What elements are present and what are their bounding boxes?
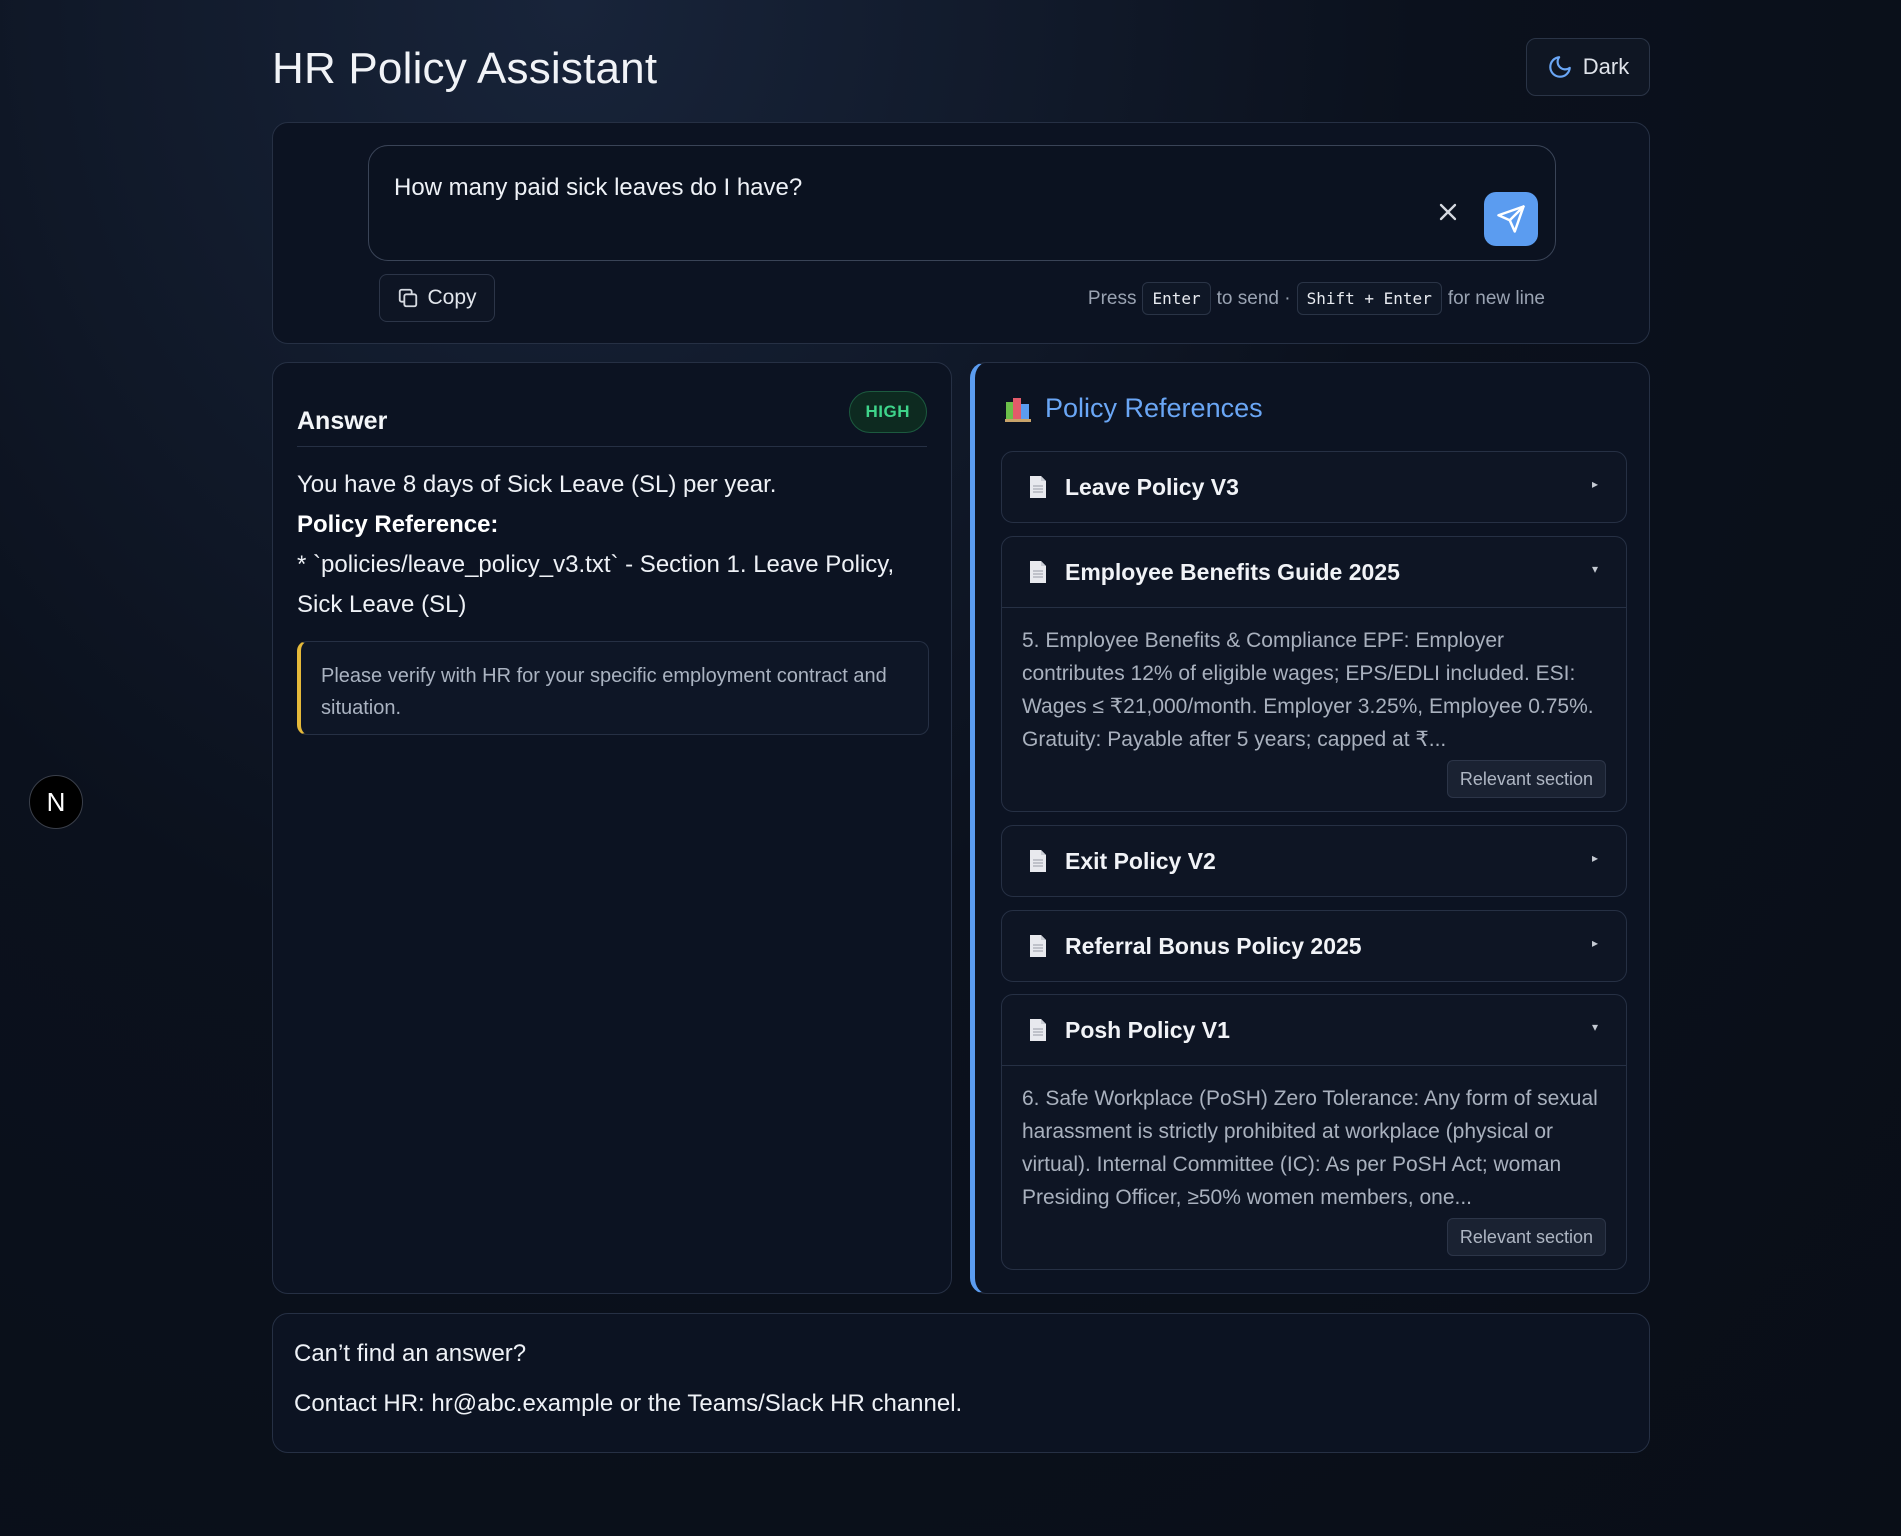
document-icon [1030, 476, 1046, 498]
reference-name: Leave Policy V3 [1065, 474, 1239, 500]
copy-label: Copy [427, 286, 477, 309]
reference-item-referral-bonus: Referral Bonus Policy 2025 ▸ [1001, 910, 1627, 982]
reference-name: Referral Bonus Policy 2025 [1065, 933, 1362, 959]
app-container: HR Policy Assistant Dark How many paid s… [272, 0, 1650, 1453]
references-header: Policy References [1005, 393, 1263, 424]
send-button[interactable] [1484, 192, 1538, 246]
policy-reference-text: * `policies/leave_policy_v3.txt` - Secti… [297, 551, 895, 618]
moon-icon [1549, 56, 1571, 78]
contact-info: Contact HR: hr@abc.example or the Teams/… [294, 1390, 963, 1417]
hint-new-line: for new line [1447, 287, 1545, 309]
chevron-down-icon: ▾ [1591, 1020, 1598, 1034]
send-icon [1497, 205, 1525, 233]
verification-note: Please verify with HR for your specific … [297, 641, 929, 735]
relevant-section-tag: Relevant section [1446, 1218, 1606, 1256]
theme-toggle-label: Dark [1582, 54, 1630, 79]
close-icon [1439, 203, 1457, 221]
document-icon [1030, 1019, 1046, 1041]
reference-name: Posh Policy V1 [1065, 1017, 1230, 1043]
theme-toggle-button[interactable]: Dark [1526, 38, 1650, 96]
floating-n-button[interactable]: N [29, 775, 83, 829]
page-header: HR Policy Assistant Dark [272, 0, 1650, 122]
keyboard-hint: Press Enter to send · Shift + Enter for … [1088, 282, 1545, 315]
policy-references-panel: Policy References Leave Policy V3 ▸ Empl… [970, 362, 1650, 1294]
chevron-right-icon: ▸ [1591, 477, 1598, 491]
answer-body: You have 8 days of Sick Leave (SL) per y… [297, 465, 929, 625]
question-text[interactable]: How many paid sick leaves do I have? [394, 174, 802, 202]
shift-enter-key: Shift + Enter [1296, 282, 1442, 315]
reference-header[interactable]: Exit Policy V2 ▸ [1002, 826, 1626, 896]
answer-text: You have 8 days of Sick Leave (SL) per y… [297, 471, 777, 498]
chevron-down-icon: ▾ [1591, 562, 1598, 576]
references-title: Policy References [1045, 393, 1263, 423]
reference-snippet: 5. Employee Benefits & Compliance EPF: E… [1022, 629, 1594, 751]
contact-panel: Can’t find an answer? Contact HR: hr@abc… [272, 1313, 1650, 1453]
policy-reference-label: Policy Reference: [297, 511, 499, 538]
hint-press: Press [1087, 287, 1137, 309]
page-title: HR Policy Assistant [272, 44, 658, 93]
reference-item-leave-policy: Leave Policy V3 ▸ [1001, 451, 1627, 523]
document-icon [1030, 561, 1046, 583]
books-icon [1005, 397, 1031, 422]
document-icon [1030, 850, 1046, 872]
reference-snippet: 6. Safe Workplace (PoSH) Zero Tolerance:… [1022, 1087, 1598, 1209]
reference-item-benefits-guide: Employee Benefits Guide 2025 ▾ 5. Employ… [1001, 536, 1627, 812]
copy-icon [399, 288, 418, 308]
reference-header[interactable]: Referral Bonus Policy 2025 ▸ [1002, 911, 1626, 981]
enter-key: Enter [1142, 282, 1211, 315]
answer-panel: Answer HIGH You have 8 days of Sick Leav… [272, 362, 952, 1294]
reference-header[interactable]: Posh Policy V1 ▾ [1002, 995, 1626, 1065]
copy-button[interactable]: Copy [379, 274, 495, 322]
answer-title: Answer [297, 407, 388, 435]
reference-content: 6. Safe Workplace (PoSH) Zero Tolerance:… [1002, 1065, 1626, 1269]
reference-content: 5. Employee Benefits & Compliance EPF: E… [1002, 607, 1626, 811]
clear-button[interactable] [1434, 198, 1462, 226]
reference-item-posh-policy: Posh Policy V1 ▾ 6. Safe Workplace (PoSH… [1001, 994, 1627, 1270]
reference-header[interactable]: Leave Policy V3 ▸ [1002, 452, 1626, 522]
reference-name: Exit Policy V2 [1065, 848, 1216, 874]
chevron-right-icon: ▸ [1591, 936, 1598, 950]
reference-header[interactable]: Employee Benefits Guide 2025 ▾ [1002, 537, 1626, 607]
contact-question: Can’t find an answer? [294, 1340, 527, 1367]
reference-item-exit-policy: Exit Policy V2 ▸ [1001, 825, 1627, 897]
query-panel: How many paid sick leaves do I have? Cop… [272, 122, 1650, 344]
question-input[interactable]: How many paid sick leaves do I have? [368, 145, 1556, 261]
hint-to-send: to send · [1216, 287, 1291, 309]
reference-name: Employee Benefits Guide 2025 [1065, 559, 1400, 585]
answer-header: Answer HIGH [297, 387, 927, 447]
relevant-section-tag: Relevant section [1446, 760, 1606, 798]
confidence-badge: HIGH [848, 391, 927, 433]
chevron-right-icon: ▸ [1591, 851, 1598, 865]
document-icon [1030, 935, 1046, 957]
